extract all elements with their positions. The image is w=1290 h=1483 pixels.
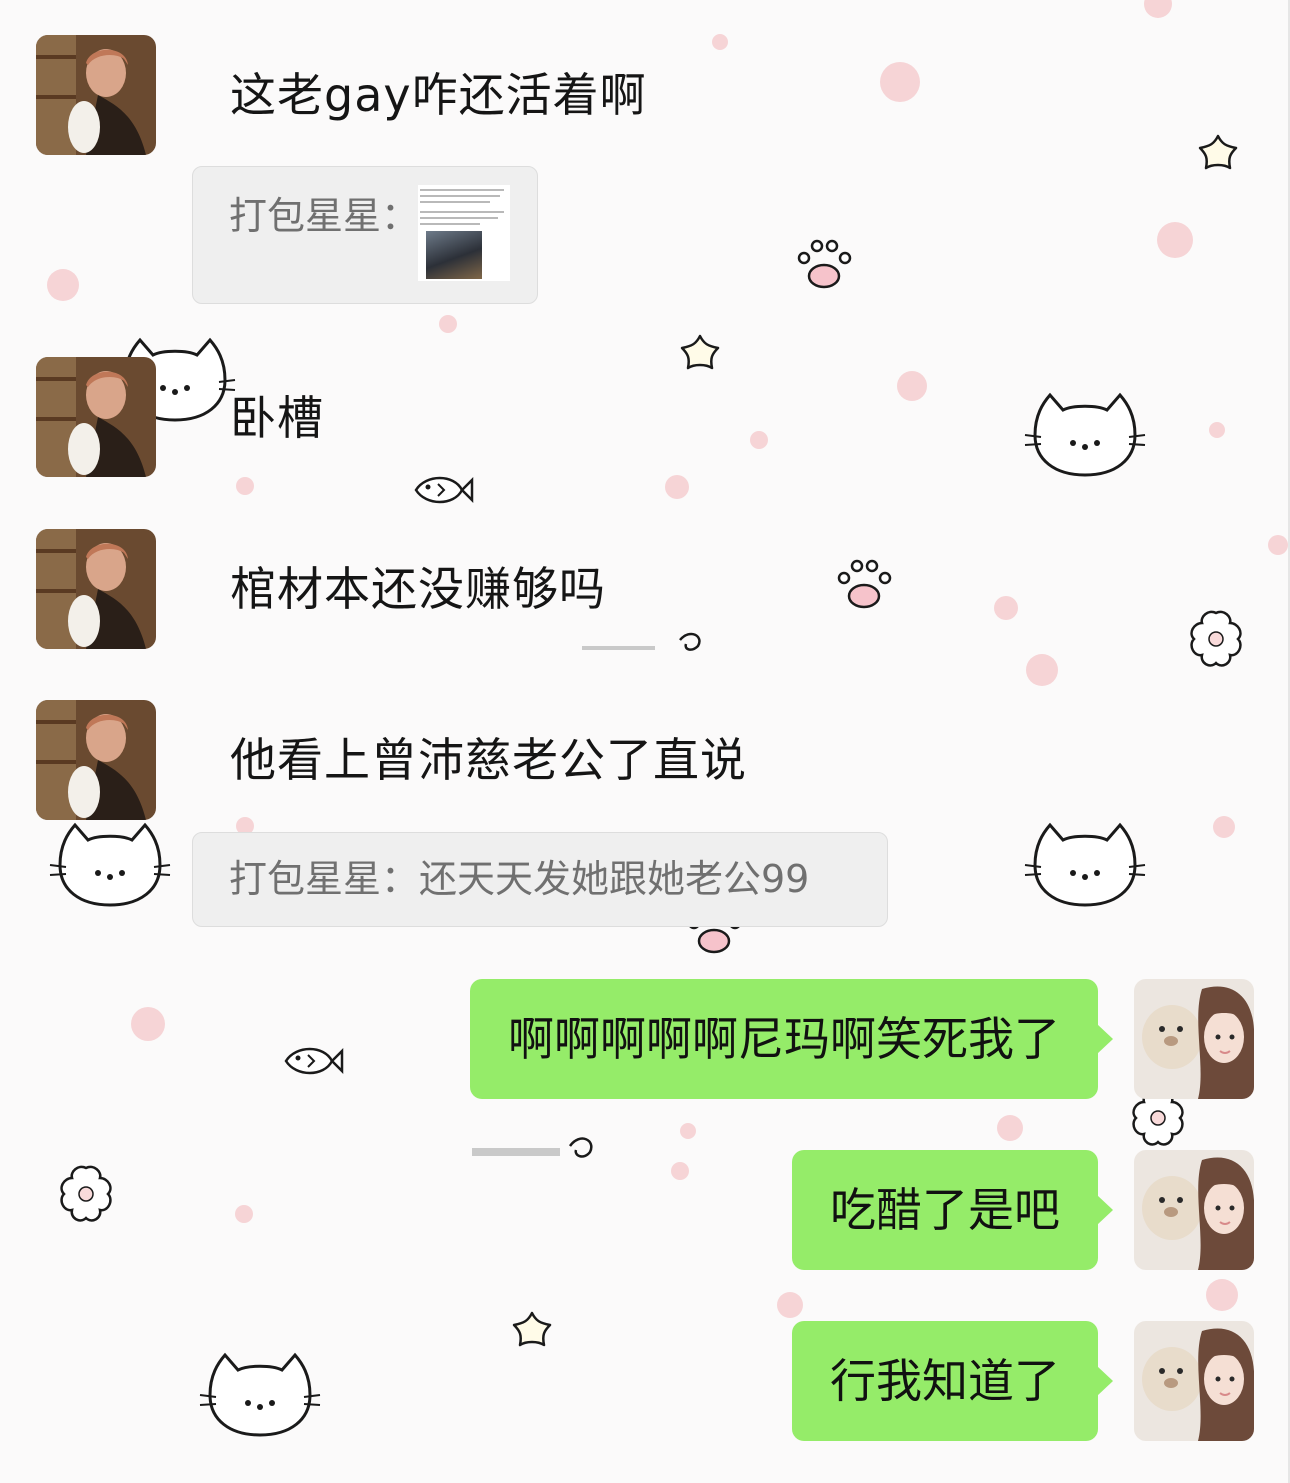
quoted-image-thumbnail[interactable]	[418, 185, 510, 281]
my-avatar[interactable]	[1134, 979, 1254, 1099]
my-avatar[interactable]	[1134, 1321, 1254, 1441]
message-text: 啊啊啊啊啊尼玛啊笑死我了	[508, 1012, 1060, 1066]
quote-text: 打包星星：还天天发她跟她老公99	[229, 857, 810, 901]
quote-label: 打包星星：	[229, 194, 420, 238]
my-avatar[interactable]	[1134, 1150, 1254, 1270]
message-text: 棺材本还没赚够吗	[230, 562, 606, 616]
message-text: 行我知道了	[830, 1354, 1060, 1408]
sent-message-bubble[interactable]: 吃醋了是吧	[792, 1150, 1113, 1270]
contact-avatar[interactable]	[36, 700, 156, 820]
quoted-text-message[interactable]: 打包星星：还天天发她跟她老公99	[192, 832, 888, 927]
contact-avatar[interactable]	[36, 529, 156, 649]
sent-message-bubble[interactable]: 啊啊啊啊啊尼玛啊笑死我了	[470, 979, 1113, 1099]
message-text: 这老gay咋还活着啊	[230, 68, 647, 122]
contact-avatar[interactable]	[36, 357, 156, 477]
message-text: 卧槽	[230, 391, 324, 445]
contact-avatar[interactable]	[36, 35, 156, 155]
message-text: 他看上曾沛慈老公了直说	[230, 733, 747, 787]
quoted-image-message[interactable]: 打包星星：	[192, 166, 538, 304]
sent-message-bubble[interactable]: 行我知道了	[792, 1321, 1113, 1441]
message-text: 吃醋了是吧	[830, 1183, 1060, 1237]
